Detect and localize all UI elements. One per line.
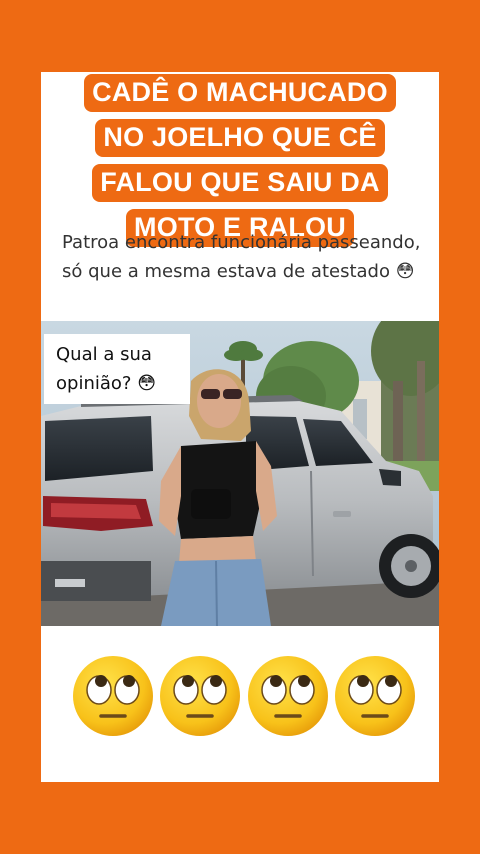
face-with-rolling-eyes-icon: [160, 656, 240, 736]
headline-text: CADÊ O MACHUCADO NO JOELHO QUE CÊ FALOU QU…: [84, 74, 396, 247]
opinion-label: Qual a sua opinião? 😳: [44, 334, 190, 404]
post-caption: Patroa encontra funcionária passeando, s…: [62, 228, 427, 286]
opinion-line-1: Qual a sua: [56, 344, 152, 365]
reaction-row: [41, 654, 439, 738]
flushed-face-icon: 😳: [395, 261, 415, 282]
video-frame[interactable]: Qual a sua opinião? 😳: [41, 321, 439, 626]
opinion-line-2: opinião?: [56, 373, 132, 394]
headline-banner: CADÊ O MACHUCADO NO JOELHO QUE CÊ FALOU QU…: [41, 72, 439, 252]
post-card: CADÊ O MACHUCADO NO JOELHO QUE CÊ FALOU QU…: [41, 72, 439, 782]
flushed-face-icon: 😳: [137, 373, 156, 394]
caption-text: Patroa encontra funcionária passeando, s…: [62, 232, 421, 282]
face-with-rolling-eyes-icon: [73, 656, 153, 736]
face-with-rolling-eyes-icon: [248, 656, 328, 736]
face-with-rolling-eyes-icon: [335, 656, 415, 736]
